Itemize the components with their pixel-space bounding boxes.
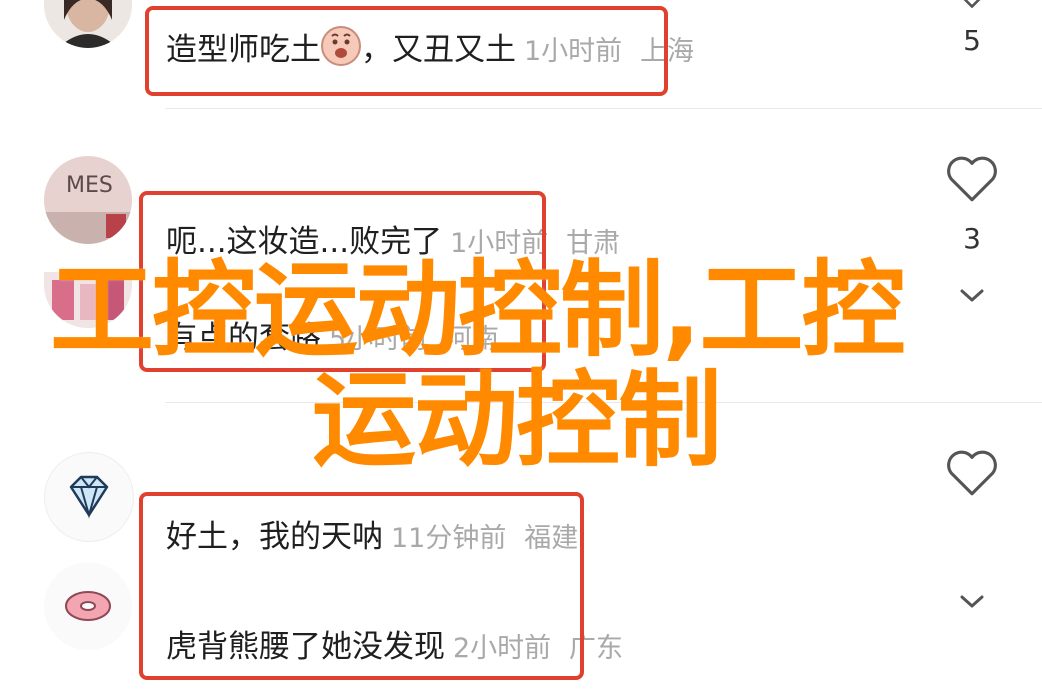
like-count-1: 5 — [963, 24, 981, 57]
diamond-icon — [69, 475, 109, 519]
divider — [165, 108, 1042, 109]
like-count-2: 3 — [963, 222, 981, 255]
highlight-box-1 — [145, 6, 668, 96]
avatar[interactable] — [44, 452, 134, 542]
avatar[interactable] — [44, 562, 132, 650]
chevron-down-icon[interactable] — [958, 286, 986, 310]
highlight-box-3 — [139, 492, 584, 680]
avatar[interactable]: MES — [44, 156, 132, 244]
heart-icon[interactable] — [942, 156, 1002, 208]
heart-icon[interactable] — [942, 450, 1002, 502]
overlay-title-line-2: 运动控制 — [312, 359, 722, 481]
avatar[interactable] — [44, 0, 132, 48]
chevron-down-icon[interactable] — [958, 592, 986, 616]
donut-icon — [65, 591, 111, 621]
overlay-title-line-1: 工控运动控制,工控 — [50, 249, 906, 371]
heart-icon[interactable] — [942, 0, 1002, 14]
avatar-2-text: MES — [66, 173, 113, 198]
